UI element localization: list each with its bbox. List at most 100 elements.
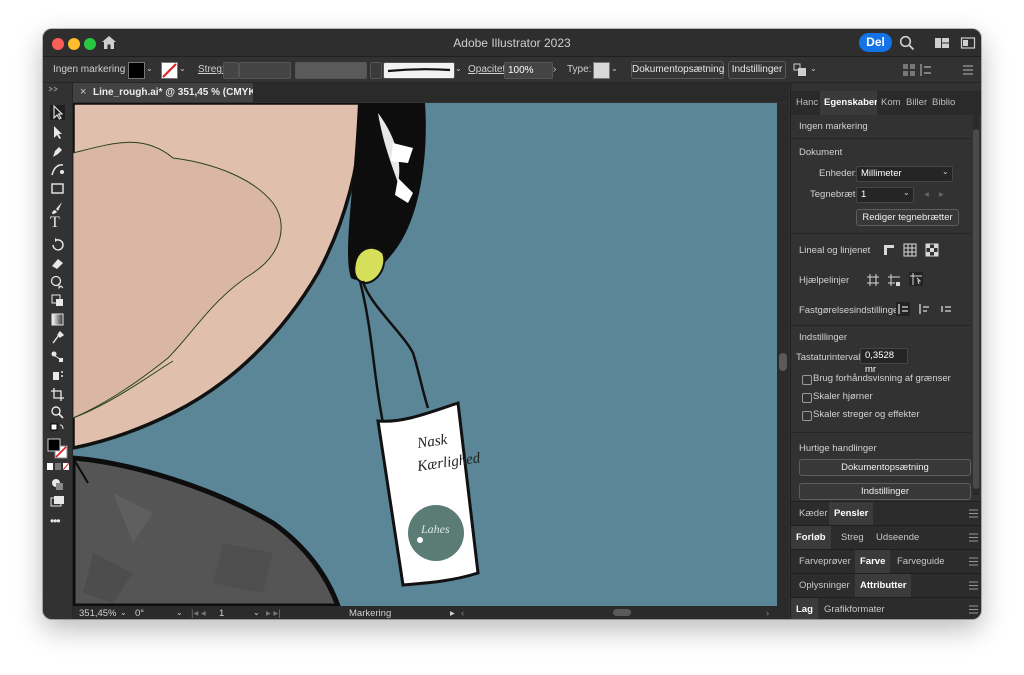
tab-stroke[interactable]: Streg <box>836 526 869 549</box>
play-icon[interactable]: ▸ <box>450 608 455 619</box>
smart-guides-icon[interactable] <box>909 272 923 286</box>
color-mode-icons[interactable] <box>47 463 69 471</box>
more-tools-icon[interactable]: ••• <box>50 515 65 532</box>
document-tab[interactable]: × Line_rough.ai* @ 351,45 % (CMYK/Vis) <box>73 83 277 102</box>
opacity-input[interactable]: 100% <box>504 62 553 79</box>
workspace-switcher-icon[interactable] <box>934 35 950 51</box>
snap-to-pixel-icon[interactable] <box>896 302 910 316</box>
horizontal-scroll-thumb[interactable] <box>613 609 631 616</box>
scale-strokes-checkbox[interactable] <box>802 411 812 421</box>
grid-icon[interactable] <box>903 243 917 257</box>
qa-preferences-button[interactable]: Indstillinger <box>799 483 971 500</box>
symbol-sprayer-tool-icon[interactable] <box>50 368 65 383</box>
chevron-down-icon[interactable]: ⌄ <box>903 188 910 197</box>
panel-menu-icon[interactable] <box>969 605 978 614</box>
opacity-label[interactable]: Opacitet: <box>468 64 508 75</box>
tab-comments[interactable]: Kom <box>879 91 903 115</box>
collapse-icon[interactable] <box>46 86 68 92</box>
panel-toggle-icon[interactable] <box>960 35 976 51</box>
previous-artboard-icon[interactable]: ◂ <box>924 189 929 200</box>
artboard-canvas[interactable]: Nask Kærlighed Lahes <box>73 103 777 606</box>
rulers-icon[interactable] <box>882 243 896 257</box>
chevron-right-icon[interactable]: › <box>553 64 556 75</box>
chevron-down-icon[interactable]: ⌄ <box>455 64 462 73</box>
stroke-none-swatch[interactable] <box>161 62 178 79</box>
tab-swatches[interactable]: Farveprøver <box>794 550 856 573</box>
scroll-left-icon[interactable]: ‹ <box>461 608 464 619</box>
eyedropper-tool-icon[interactable] <box>50 330 65 345</box>
artboard-tool-icon[interactable] <box>50 387 65 402</box>
tab-color-guide[interactable]: Farveguide <box>892 550 950 573</box>
panel-menu-icon[interactable] <box>969 533 978 542</box>
gradient-tool-icon[interactable] <box>50 312 65 327</box>
fill-stroke-indicator[interactable] <box>47 438 68 459</box>
shape-builder-tool-icon[interactable] <box>50 274 65 289</box>
tab-color[interactable]: Farve <box>855 550 891 573</box>
first-artboard-icon[interactable]: |◂ ◂ <box>191 608 206 619</box>
tab-graphic-styles[interactable]: Grafikformater <box>819 598 890 619</box>
chevron-down-icon[interactable]: ⌄ <box>253 608 260 617</box>
transparency-grid-icon[interactable] <box>925 243 939 257</box>
chevron-down-icon[interactable]: ⌄ <box>810 64 817 73</box>
close-tab-icon[interactable]: × <box>80 86 86 98</box>
panel-menu-icon[interactable] <box>969 581 978 590</box>
panel-menu-icon[interactable] <box>969 509 978 518</box>
stroke-weight-stepper[interactable] <box>223 62 239 79</box>
edit-artboards-button[interactable]: Rediger tegnebrætter <box>856 209 959 226</box>
units-dropdown[interactable]: Millimeter <box>856 166 953 182</box>
last-artboard-icon[interactable]: ▸ ▸| <box>266 608 281 619</box>
tab-appearance[interactable]: Udseende <box>871 526 924 549</box>
rotate-tool-icon[interactable] <box>50 237 65 252</box>
swap-colors-icon[interactable] <box>50 422 65 437</box>
scale-corners-checkbox[interactable] <box>802 393 812 403</box>
tab-gradient[interactable]: Forløb <box>791 526 831 549</box>
type-tool-icon[interactable]: T <box>50 215 65 231</box>
stroke-weight-input[interactable] <box>239 62 291 79</box>
tab-layers[interactable]: Lag <box>791 598 818 619</box>
tab-info[interactable]: Oplysninger <box>794 574 855 597</box>
zoom-level[interactable]: 351,45% <box>79 608 117 619</box>
share-button[interactable]: Del <box>859 33 892 52</box>
curvature-tool-icon[interactable] <box>50 162 65 177</box>
panel-scrollbar[interactable] <box>973 115 979 495</box>
zoom-tool-icon[interactable] <box>50 405 65 420</box>
arrange-icon[interactable] <box>793 62 809 78</box>
artboard-number[interactable]: 1 <box>219 608 224 619</box>
keyboard-increment-input[interactable]: 0,3528 mr <box>860 348 908 375</box>
pen-tool-icon[interactable] <box>50 144 65 159</box>
preferences-button[interactable]: Indstillinger <box>728 61 786 79</box>
live-paint-tool-icon[interactable] <box>50 293 65 308</box>
document-setup-button[interactable]: Dokumentopsætning <box>631 61 724 79</box>
snap-to-point-icon[interactable] <box>939 302 953 316</box>
tab-properties[interactable]: Egenskaber <box>820 91 877 115</box>
guides-icon[interactable] <box>866 273 880 287</box>
scroll-right-icon[interactable]: › <box>766 608 769 619</box>
preview-bounds-checkbox[interactable] <box>802 375 812 385</box>
tab-hand[interactable]: Hanc <box>791 91 821 115</box>
tab-libraries[interactable]: Biblio <box>930 91 957 115</box>
next-artboard-icon[interactable]: ▸ <box>939 189 944 200</box>
eraser-tool-icon[interactable] <box>50 256 65 271</box>
chevron-down-icon[interactable]: ⌄ <box>176 608 183 617</box>
chevron-down-icon[interactable]: ⌄ <box>179 64 186 73</box>
rectangle-tool-icon[interactable] <box>50 181 65 196</box>
style-swatch[interactable] <box>593 62 610 79</box>
tab-images[interactable]: Biller <box>904 91 928 115</box>
tab-links[interactable]: Kæder <box>794 502 833 525</box>
snap-icon[interactable] <box>918 62 934 78</box>
qa-document-setup-button[interactable]: Dokumentopsætning <box>799 459 971 476</box>
chevron-down-icon[interactable]: ⌄ <box>942 167 949 176</box>
profile-dropdown[interactable] <box>370 62 382 79</box>
chevron-down-icon[interactable]: ⌄ <box>120 608 127 617</box>
blend-tool-icon[interactable] <box>50 349 65 364</box>
rotation-value[interactable]: 0° <box>135 608 144 619</box>
variable-width-profile[interactable] <box>295 62 367 79</box>
search-icon[interactable] <box>899 35 915 51</box>
chevron-down-icon[interactable]: ⌄ <box>146 64 153 73</box>
direct-selection-tool-icon[interactable] <box>50 125 65 140</box>
tab-attributes[interactable]: Attributter <box>855 574 912 597</box>
fill-swatch[interactable] <box>128 62 145 79</box>
vertical-scrollbar[interactable] <box>777 103 789 606</box>
panel-menu-icon[interactable] <box>969 557 978 566</box>
paintbrush-tool-icon[interactable] <box>50 200 65 215</box>
